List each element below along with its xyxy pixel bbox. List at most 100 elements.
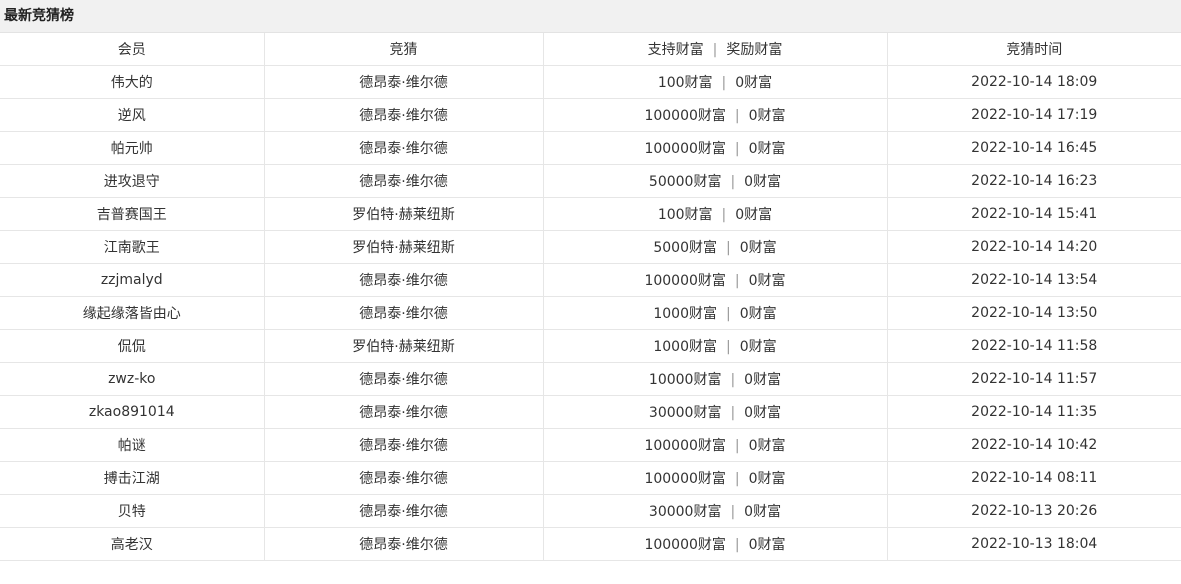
table-row: 伟大的 德昂泰·维尔德 100财富 | 0财富 2022-10-14 18:09 (0, 65, 1181, 99)
header-time: 竞猜时间 (887, 33, 1181, 66)
member-name[interactable]: 吉普赛国王 (97, 207, 167, 223)
member-cell: 帕元帅 (0, 131, 265, 165)
member-name[interactable]: 进攻退守 (104, 174, 160, 190)
table-row: 帕元帅 德昂泰·维尔德 100000财富 | 0财富 2022-10-14 16:45 (0, 131, 1181, 165)
member-cell: 缘起缘落皆由心 (0, 296, 265, 330)
member-name[interactable]: 缘起缘落皆由心 (83, 306, 181, 322)
support-reward-cell: 30000财富 | 0财富 (543, 395, 888, 429)
support-value: 1000财富 (653, 306, 717, 322)
value-separator: | (730, 405, 736, 421)
table-row: 侃侃 罗伯特·赫莱纽斯 1000财富 | 0财富 2022-10-14 11:58 (0, 329, 1181, 363)
support-value: 100财富 (657, 75, 713, 91)
time-cell: 2022-10-14 17:19 (887, 98, 1181, 132)
time-cell: 2022-10-14 08:11 (887, 461, 1181, 495)
support-reward-cell: 100000财富 | 0财富 (543, 461, 888, 495)
time-cell: 2022-10-14 16:23 (887, 164, 1181, 198)
table-row: 贝特 德昂泰·维尔德 30000财富 | 0财富 2022-10-13 20:26 (0, 494, 1181, 528)
member-name[interactable]: 逆风 (118, 108, 146, 124)
guess-cell: 德昂泰·维尔德 (264, 98, 544, 132)
table-row: 进攻退守 德昂泰·维尔德 50000财富 | 0财富 2022-10-14 16:23 (0, 164, 1181, 198)
member-cell: 逆风 (0, 98, 265, 132)
reward-value: 0财富 (748, 471, 786, 487)
table-header-row: 会员 竞猜 支持财富 | 奖励财富 竞猜时间 (0, 33, 1181, 66)
member-name[interactable]: 伟大的 (111, 75, 153, 91)
reward-value: 0财富 (735, 207, 773, 223)
table-row: 缘起缘落皆由心 德昂泰·维尔德 1000财富 | 0财富 2022-10-14 13:50 (0, 296, 1181, 330)
time-cell: 2022-10-14 16:45 (887, 131, 1181, 165)
value-separator: | (726, 240, 731, 256)
reward-value: 0财富 (748, 141, 786, 157)
guess-cell: 德昂泰·维尔德 (264, 164, 544, 198)
reward-value: 0财富 (735, 75, 773, 91)
member-name[interactable]: 贝特 (118, 504, 146, 520)
time-cell: 2022-10-14 15:41 (887, 197, 1181, 231)
member-name[interactable]: 帕谜 (118, 438, 146, 454)
latest-guess-panel: 最新竞猜榜 会员 竞猜 支持财富 | 奖励财富 竞猜时间 伟大的 德昂泰·维尔德 100… (0, 0, 1181, 561)
member-cell: zzjmalyd (0, 263, 265, 297)
support-reward-cell: 100财富 | 0财富 (543, 197, 888, 231)
support-reward-cell: 50000财富 | 0财富 (543, 164, 888, 198)
member-cell: 高老汉 (0, 527, 265, 561)
value-separator: | (734, 273, 740, 289)
member-cell: 侃侃 (0, 329, 265, 363)
guess-cell: 德昂泰·维尔德 (264, 395, 544, 429)
member-name[interactable]: 侃侃 (118, 339, 146, 355)
support-value: 50000财富 (648, 174, 722, 190)
header-member: 会员 (0, 33, 265, 66)
support-reward-cell: 100000财富 | 0财富 (543, 131, 888, 165)
member-name[interactable]: zwz-ko (108, 371, 155, 387)
support-value: 100财富 (657, 207, 713, 223)
table-row: zzjmalyd 德昂泰·维尔德 100000财富 | 0财富 2022-10-14 13… (0, 263, 1181, 297)
support-reward-cell: 100000财富 | 0财富 (543, 527, 888, 561)
member-cell: 搏击江湖 (0, 461, 265, 495)
value-separator: | (726, 306, 731, 322)
reward-value: 0财富 (744, 504, 782, 520)
support-value: 10000财富 (648, 372, 722, 388)
support-value: 100000财富 (644, 273, 726, 289)
member-cell: 进攻退守 (0, 164, 265, 198)
member-cell: 帕谜 (0, 428, 265, 462)
reward-value: 0财富 (748, 438, 786, 454)
support-value: 100000财富 (644, 471, 726, 487)
header-reward: 奖励财富 (726, 42, 783, 58)
guess-cell: 德昂泰·维尔德 (264, 263, 544, 297)
guess-cell: 德昂泰·维尔德 (264, 461, 544, 495)
member-cell: 伟大的 (0, 65, 265, 99)
support-value: 30000财富 (648, 405, 722, 421)
header-support: 支持财富 (647, 42, 704, 58)
time-cell: 2022-10-13 18:04 (887, 527, 1181, 561)
panel-title: 最新竞猜榜 (0, 0, 1181, 33)
reward-value: 0财富 (748, 108, 786, 124)
support-reward-cell: 30000财富 | 0财富 (543, 494, 888, 528)
support-reward-cell: 100财富 | 0财富 (543, 65, 888, 99)
table-row: 搏击江湖 德昂泰·维尔德 100000财富 | 0财富 2022-10-14 08:11 (0, 461, 1181, 495)
reward-value: 0财富 (748, 537, 786, 553)
member-cell: 贝特 (0, 494, 265, 528)
member-name[interactable]: 高老汉 (111, 537, 153, 553)
table-row: zkao891014 德昂泰·维尔德 30000财富 | 0财富 2022-10-14 1… (0, 395, 1181, 429)
value-separator: | (734, 471, 740, 487)
guess-cell: 德昂泰·维尔德 (264, 131, 544, 165)
member-name[interactable]: zzjmalyd (101, 272, 163, 288)
member-cell: 吉普赛国王 (0, 197, 265, 231)
member-name[interactable]: zkao891014 (89, 404, 175, 420)
header-support-reward: 支持财富 | 奖励财富 (543, 33, 888, 66)
support-value: 30000财富 (648, 504, 722, 520)
guess-cell: 德昂泰·维尔德 (264, 527, 544, 561)
reward-value: 0财富 (739, 240, 777, 256)
guess-cell: 德昂泰·维尔德 (264, 362, 544, 396)
member-name[interactable]: 帕元帅 (111, 141, 153, 157)
guess-table: 会员 竞猜 支持财富 | 奖励财富 竞猜时间 伟大的 德昂泰·维尔德 100财富 | 0财富… (0, 33, 1181, 561)
time-cell: 2022-10-14 11:35 (887, 395, 1181, 429)
time-cell: 2022-10-14 11:58 (887, 329, 1181, 363)
support-value: 5000财富 (653, 240, 717, 256)
support-reward-cell: 10000财富 | 0财富 (543, 362, 888, 396)
member-name[interactable]: 江南歌王 (104, 240, 160, 256)
support-value: 1000财富 (653, 339, 717, 355)
table-row: 帕谜 德昂泰·维尔德 100000财富 | 0财富 2022-10-14 10:42 (0, 428, 1181, 462)
member-name[interactable]: 搏击江湖 (104, 471, 160, 487)
reward-value: 0财富 (739, 339, 777, 355)
value-separator: | (734, 438, 740, 454)
value-separator: | (721, 207, 727, 223)
guess-cell: 罗伯特·赫莱纽斯 (264, 230, 544, 264)
